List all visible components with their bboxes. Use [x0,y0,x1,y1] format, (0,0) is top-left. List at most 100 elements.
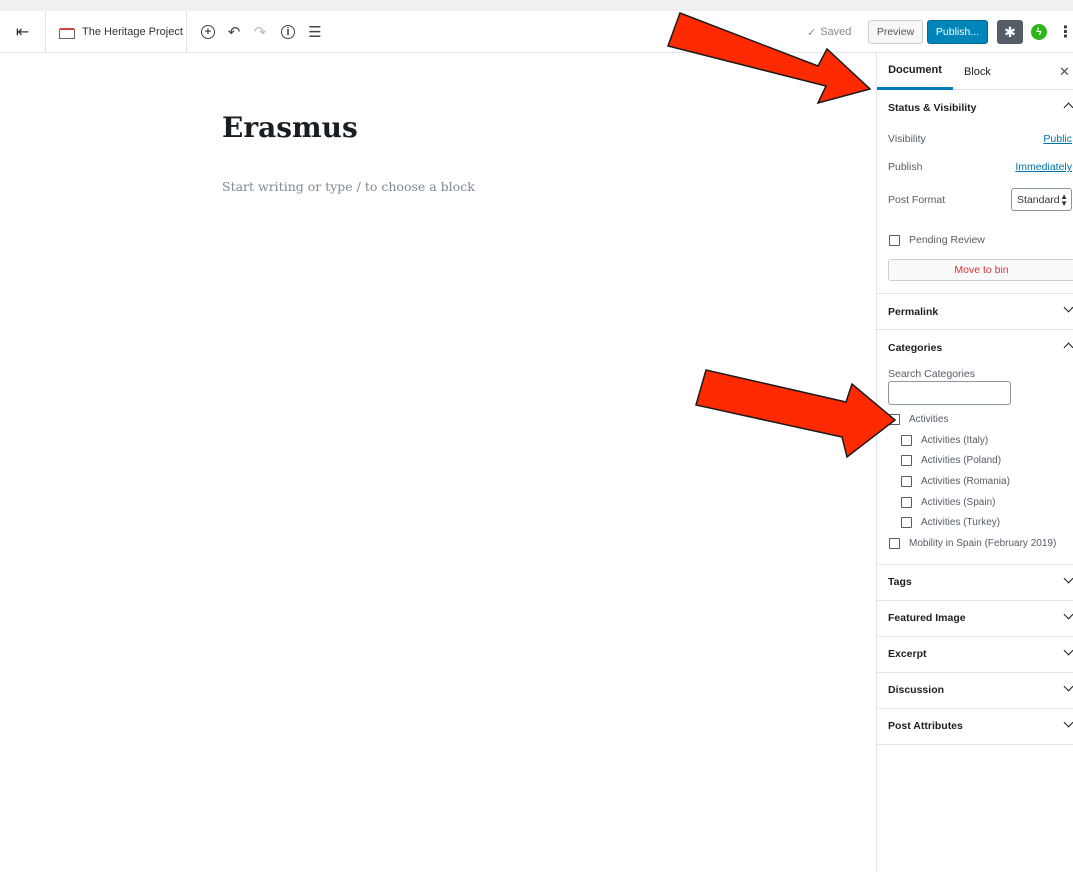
sidebar-tabs: Document Block ✕ [877,53,1073,90]
editor-canvas: Erasmus Start writing or type / to choos… [0,53,876,872]
back-to-dashboard-button[interactable]: ⇤ [0,11,46,53]
post-format-value: Standard [1017,193,1060,206]
category-label: Activities (Poland) [921,455,1002,467]
post-attributes-panel: Post Attributes [877,709,1073,745]
gear-icon: ✱ [1004,23,1016,40]
publish-button[interactable]: Publish... [927,20,988,44]
chevron-down-icon [1063,681,1073,692]
permalink-toggle[interactable]: Permalink [877,294,1073,329]
category-checkbox[interactable] [901,496,912,508]
site-logo-icon [58,26,75,39]
settings-button[interactable]: ✱ [997,20,1023,44]
category-item[interactable]: Activities (Spain) [889,492,1073,513]
tags-toggle[interactable]: Tags [877,565,1073,600]
category-checkbox[interactable] [889,537,900,549]
more-options-button[interactable]: ⋮ [1058,11,1073,53]
browser-top-strip [0,0,1073,11]
panel-title: Status & Visibility [888,101,977,114]
plus-icon: + [201,25,215,39]
excerpt-toggle[interactable]: Excerpt [877,637,1073,672]
chevron-up-icon [1063,102,1073,113]
tab-document[interactable]: Document [877,53,953,90]
permalink-panel: Permalink [877,294,1073,330]
featured-image-panel: Featured Image [877,601,1073,637]
status-visibility-panel: Status & Visibility Visibility Public Pu… [877,90,1073,294]
category-checkbox[interactable] [889,413,900,425]
chevron-down-icon [1063,609,1073,620]
chevron-down-icon [1063,573,1073,584]
category-item[interactable]: Activities (Romania) [889,471,1073,492]
close-icon: ✕ [1059,63,1070,79]
block-navigation-button[interactable]: ☰ [302,11,328,53]
move-to-bin-button[interactable]: Move to bin [888,259,1073,281]
panel-title: Tags [888,576,912,589]
panel-title: Post Attributes [888,720,963,733]
chevron-down-icon [1063,717,1073,728]
category-checkbox[interactable] [901,475,912,487]
categories-toggle[interactable]: Categories [877,330,1073,365]
category-label: Activities [909,413,949,425]
category-label: Activities (Italy) [921,434,989,446]
publish-date-link[interactable]: Immediately [1015,161,1072,173]
status-visibility-toggle[interactable]: Status & Visibility [877,90,1073,125]
category-item[interactable]: Activities (Turkey) [889,512,1073,533]
preview-button[interactable]: Preview [868,20,923,44]
chevron-up-icon [1063,342,1073,353]
category-label: Activities (Turkey) [921,517,1001,529]
category-label: Activities (Romania) [921,475,1010,487]
jetpack-button[interactable]: ϟ [1031,24,1047,40]
vertical-ellipsis-icon: ⋮ [1057,24,1073,41]
back-arrow-icon: ⇤ [15,24,30,41]
pending-review-label: Pending Review [909,234,985,246]
publish-row: Publish Immediately [877,153,1073,181]
close-sidebar-button[interactable]: ✕ [1059,53,1073,90]
post-format-label: Post Format [888,194,946,206]
block-placeholder[interactable]: Start writing or type / to choose a bloc… [222,179,475,194]
category-label: Mobility in Spain (February 2019) [909,537,1057,549]
category-checkbox[interactable] [901,455,912,467]
category-item[interactable]: Mobility in Spain (February 2019) [889,533,1073,554]
undo-icon: ↶ [227,24,241,41]
category-item[interactable]: Activities [889,409,1073,430]
content-info-button[interactable]: i [275,11,301,53]
post-format-select[interactable]: Standard ▲ ▼ [1011,188,1072,211]
panel-title: Discussion [888,684,945,697]
saved-status: ✓ Saved [807,11,851,53]
list-icon: ☰ [308,24,322,41]
search-categories-input[interactable] [888,381,1011,405]
chevron-down-icon [1063,302,1073,313]
redo-icon: ↷ [253,24,267,41]
site-title: The Heritage Project [82,26,183,38]
discussion-panel: Discussion [877,673,1073,709]
category-item[interactable]: Activities (Italy) [889,430,1073,451]
post-title[interactable]: Erasmus [222,111,358,144]
checkmark-icon: ✓ [807,26,817,39]
add-block-button[interactable]: + [195,11,221,53]
pending-review-option[interactable]: Pending Review [877,225,1073,255]
pending-review-checkbox[interactable] [889,234,900,246]
excerpt-panel: Excerpt [877,637,1073,673]
search-categories-label: Search Categories [888,368,975,380]
publish-label: Publish [888,161,923,173]
visibility-link[interactable]: Public [1043,133,1072,145]
featured-image-toggle[interactable]: Featured Image [877,601,1073,636]
category-item[interactable]: Activities (Poland) [889,450,1073,471]
tags-panel: Tags [877,565,1073,601]
discussion-toggle[interactable]: Discussion [877,673,1073,708]
post-format-row: Post Format Standard ▲ ▼ [877,181,1073,219]
settings-sidebar: Document Block ✕ Status & Visibility Vis… [876,53,1073,872]
category-checkbox[interactable] [901,517,912,529]
panel-title: Featured Image [888,612,966,625]
visibility-row: Visibility Public [877,125,1073,153]
site-title-link[interactable]: The Heritage Project [46,11,187,53]
categories-panel: Categories Search Categories Activities … [877,330,1073,565]
redo-button[interactable]: ↷ [247,11,273,53]
post-attributes-toggle[interactable]: Post Attributes [877,709,1073,744]
panel-title: Permalink [888,305,939,318]
category-list: Activities Activities (Italy) Activities… [877,409,1073,554]
category-checkbox[interactable] [901,434,912,446]
tab-block[interactable]: Block [964,53,991,90]
chevron-down-icon [1063,645,1073,656]
jetpack-bolt-icon: ϟ [1036,26,1042,38]
undo-button[interactable]: ↶ [221,11,247,53]
